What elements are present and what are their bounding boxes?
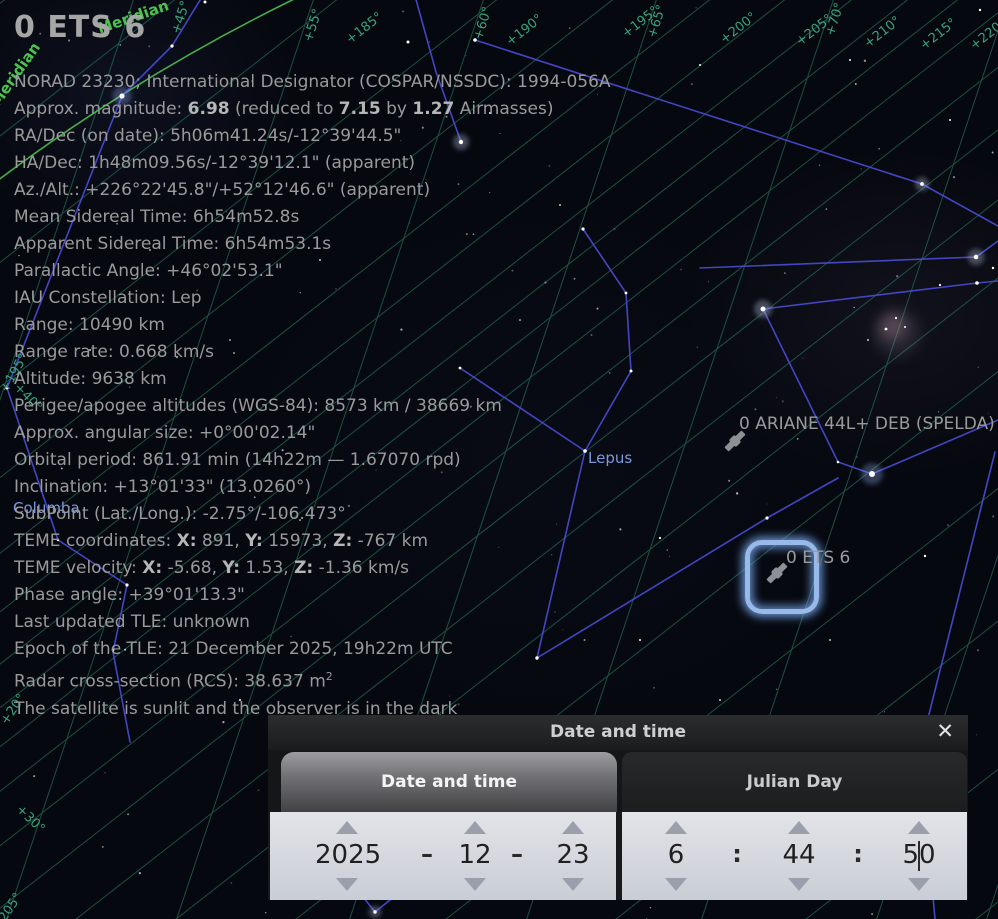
dialog-title: Date and time bbox=[268, 722, 968, 742]
info-line: TEME velocity: X: -5.68, Y: 1.53, Z: -1.… bbox=[14, 555, 611, 582]
info-line: Range rate: 0.668 km/s bbox=[14, 339, 611, 366]
year-spinner: 2025 bbox=[315, 812, 379, 900]
minute-value[interactable]: 44 bbox=[767, 840, 831, 870]
info-line: IAU Constellation: Lep bbox=[14, 285, 611, 312]
object-title: 0 ETS 6 bbox=[14, 10, 611, 45]
info-line: Mean Sidereal Time: 6h54m52.8s bbox=[14, 204, 611, 231]
tab-julian-day-label: Julian Day bbox=[622, 752, 967, 812]
time-colon: : bbox=[732, 840, 742, 868]
day-spinner: 23 bbox=[541, 812, 605, 900]
grid-label: +210° bbox=[861, 14, 904, 52]
year-value[interactable]: 2025 bbox=[315, 840, 379, 870]
second-up-arrow[interactable] bbox=[908, 821, 930, 834]
info-line: TEME coordinates: X: 891, Y: 15973, Z: -… bbox=[14, 528, 611, 555]
grid-label: +220° bbox=[967, 16, 998, 54]
year-up-arrow[interactable] bbox=[336, 821, 358, 834]
tab-julian-day[interactable]: Julian Day bbox=[622, 752, 967, 812]
day-down-arrow[interactable] bbox=[562, 878, 584, 891]
info-line: Last updated TLE: unknown bbox=[14, 609, 611, 636]
month-spinner: 12 bbox=[443, 812, 507, 900]
info-line: NORAD 23230; International Designator (C… bbox=[14, 69, 611, 96]
month-value[interactable]: 12 bbox=[443, 840, 507, 870]
info-line: Approx. magnitude: 6.98 (reduced to 7.15… bbox=[14, 96, 611, 123]
satellite-label[interactable]: 0 ARIANE 44L+ DEB (SPELDA) bbox=[739, 414, 995, 434]
dialog-titlebar[interactable]: Date and time ✕ bbox=[268, 715, 968, 750]
hour-up-arrow[interactable] bbox=[665, 821, 687, 834]
info-line: Epoch of the TLE: 21 December 2025, 19h2… bbox=[14, 636, 611, 663]
day-value[interactable]: 23 bbox=[541, 840, 605, 870]
grid-label: +30° bbox=[13, 802, 48, 836]
close-icon[interactable]: ✕ bbox=[936, 719, 954, 743]
info-line: Perigee/apogee altitudes (WGS-84): 8573 … bbox=[14, 393, 611, 420]
info-line: HA/Dec: 1h48m09.56s/-12°39'12.1" (appare… bbox=[14, 150, 611, 177]
minute-up-arrow[interactable] bbox=[788, 821, 810, 834]
second-down-arrow[interactable] bbox=[908, 878, 930, 891]
year-down-arrow[interactable] bbox=[336, 878, 358, 891]
object-info-panel: 0 ETS 6 NORAD 23230; International Desig… bbox=[14, 10, 611, 723]
date-time-dialog: Date and time ✕ Date and time Julian Day… bbox=[268, 715, 968, 900]
tab-date-and-time-label: Date and time bbox=[281, 752, 617, 812]
month-up-arrow[interactable] bbox=[464, 821, 486, 834]
date-separator: – bbox=[511, 840, 523, 868]
text-cursor bbox=[918, 841, 920, 871]
info-line: Apparent Sidereal Time: 6h54m53.1s bbox=[14, 231, 611, 258]
date-spinner-panel: 2025 – 12 – 23 bbox=[270, 812, 616, 900]
grid-label: +205° bbox=[0, 890, 26, 919]
info-line: RA/Dec (on date): 5h06m41.24s/-12°39'44.… bbox=[14, 123, 611, 150]
date-separator: – bbox=[421, 840, 433, 868]
info-line: Approx. angular size: +0°00'02.14" bbox=[14, 420, 611, 447]
info-line: Orbital period: 861.91 min (14h22m — 1.6… bbox=[14, 447, 611, 474]
hour-value[interactable]: 6 bbox=[644, 840, 708, 870]
hour-spinner: 6 bbox=[644, 812, 708, 900]
info-line: Altitude: 9638 km bbox=[14, 366, 611, 393]
time-spinner-panel: 6 : 44 : 50 bbox=[622, 812, 967, 900]
info-line: Range: 10490 km bbox=[14, 312, 611, 339]
info-line: Phase angle: +39°01'13.3" bbox=[14, 582, 611, 609]
info-line: SubPoint (Lat./Long.): -2.75°/-106.473° bbox=[14, 501, 611, 528]
day-up-arrow[interactable] bbox=[562, 821, 584, 834]
grid-label: +200° bbox=[717, 10, 760, 48]
info-line: Radar cross-section (RCS): 38.637 m2 bbox=[14, 663, 611, 696]
hour-down-arrow[interactable] bbox=[665, 878, 687, 891]
grid-label: +215° bbox=[917, 16, 960, 54]
object-info-lines: NORAD 23230; International Designator (C… bbox=[14, 69, 611, 723]
dialog-tabstrip: Date and time Julian Day bbox=[268, 750, 968, 812]
time-colon: : bbox=[853, 840, 863, 868]
info-line: Inclination: +13°01'33" (13.0260°) bbox=[14, 474, 611, 501]
info-line: Parallactic Angle: +46°02'53.1" bbox=[14, 258, 611, 285]
minute-down-arrow[interactable] bbox=[788, 878, 810, 891]
grid-label: +70° bbox=[823, 1, 848, 38]
info-line: Az./Alt.: +226°22'45.8"/+52°12'46.6" (ap… bbox=[14, 177, 611, 204]
minute-spinner: 44 bbox=[767, 812, 831, 900]
satellite-label[interactable]: 0 ETS 6 bbox=[786, 548, 850, 568]
month-down-arrow[interactable] bbox=[464, 878, 486, 891]
tab-date-and-time[interactable]: Date and time bbox=[281, 752, 617, 812]
stellarium-sky-view[interactable]: +45°+55°+185°+60°+190°+195°+65°+200°+205… bbox=[0, 0, 998, 919]
